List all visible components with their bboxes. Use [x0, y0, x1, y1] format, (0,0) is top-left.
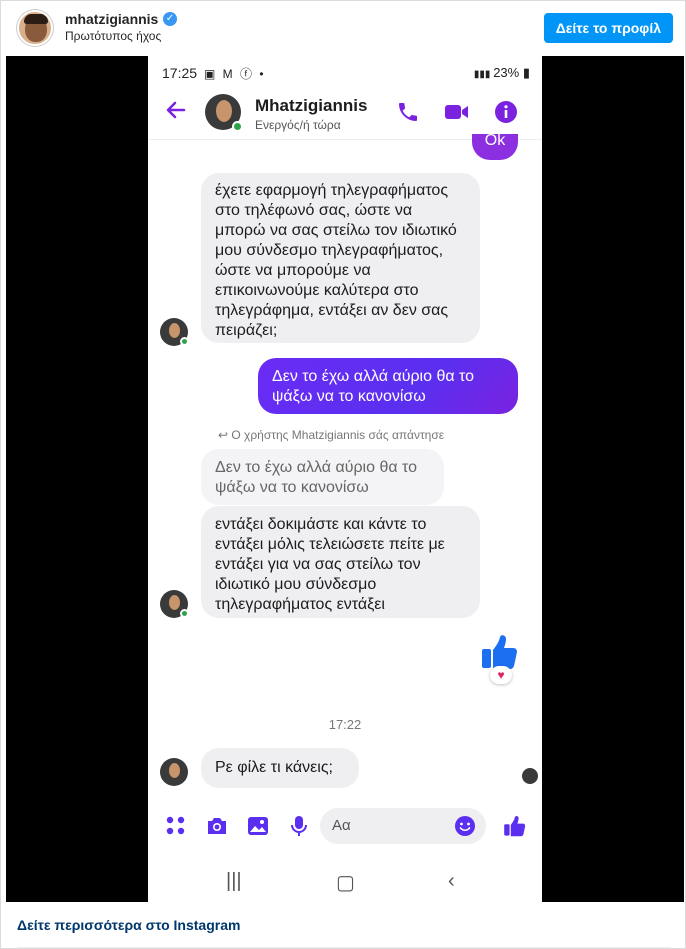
ok-bubble[interactable]: Ok — [472, 132, 518, 160]
username[interactable]: mhatzigiannis — [65, 11, 158, 27]
incoming-message-3[interactable]: Ρε φίλε τι κάνεις; — [201, 748, 359, 788]
instagram-embed: mhatzigiannis ✓ Πρωτότυπος ήχος Δείτε το… — [0, 0, 686, 949]
embed-header: mhatzigiannis ✓ Πρωτότυπος ήχος Δείτε το… — [1, 1, 685, 55]
video-player[interactable]: 17:25 ▣ M ⓕ • ▮▮▮ 23% ▮ Mhatzigiannis Εν… — [6, 56, 684, 902]
outgoing-message-1[interactable]: Δεν το έχω αλλά αύριο θα το ψάξω να το κ… — [258, 358, 518, 414]
profile-avatar[interactable] — [17, 10, 53, 46]
online-indicator — [232, 121, 243, 132]
status-time: 17:25 — [162, 65, 198, 81]
home-icon[interactable]: ▢ — [336, 870, 355, 895]
heart-reaction-icon[interactable]: ♥ — [490, 666, 512, 684]
audio-subtitle[interactable]: Πρωτότυπος ήχος — [65, 29, 161, 43]
recent-apps-icon[interactable]: ||| — [226, 870, 242, 893]
online-indicator-1 — [180, 337, 189, 346]
notification-icons: ▣ M ⓕ • — [204, 67, 266, 81]
signal-icon: ▮▮▮ — [473, 69, 494, 80]
phone-screen: 17:25 ▣ M ⓕ • ▮▮▮ 23% ▮ Mhatzigiannis Εν… — [148, 56, 542, 902]
phone-call-icon[interactable] — [396, 100, 420, 124]
reply-arrow-icon: ↩ — [218, 428, 232, 442]
ok-text: Ok — [484, 132, 506, 149]
info-icon[interactable] — [494, 100, 518, 124]
back-nav-icon[interactable]: ‹ — [448, 870, 455, 893]
camera-icon[interactable] — [205, 814, 229, 838]
seen-indicator-avatar — [522, 768, 538, 784]
message-input-placeholder: Αα — [332, 817, 351, 834]
status-bar: 17:25 ▣ M ⓕ • ▮▮▮ 23% ▮ — [148, 56, 542, 88]
contact-name[interactable]: Mhatzigiannis — [255, 96, 367, 116]
contact-status: Ενεργός/ή τώρα — [255, 118, 341, 132]
back-arrow-icon[interactable] — [164, 98, 188, 122]
more-on-instagram-link[interactable]: Δείτε περισσότερα στο Instagram — [17, 917, 240, 933]
battery-icon: ▮ — [519, 65, 530, 80]
chat-header: Mhatzigiannis Ενεργός/ή τώρα — [148, 88, 542, 140]
gallery-icon[interactable] — [246, 814, 270, 838]
reply-note: ↩ Ο χρήστης Mhatzigiannis σάς απάντησε — [218, 428, 444, 442]
emoji-icon[interactable] — [454, 815, 476, 837]
menu-dots-icon[interactable] — [164, 814, 188, 838]
status-right: ▮▮▮ 23% ▮ — [474, 65, 530, 81]
message-input[interactable]: Αα — [320, 808, 486, 844]
send-like-icon[interactable] — [503, 814, 527, 838]
incoming-message-1[interactable]: έχετε εφαρμογή τηλεγραφήματος στο τηλέφω… — [201, 173, 480, 343]
verified-badge-icon: ✓ — [163, 12, 177, 26]
video-call-icon[interactable] — [444, 100, 468, 124]
online-indicator-2 — [180, 609, 189, 618]
quoted-message[interactable]: Δεν το έχω αλλά αύριο θα το ψάξω να το κ… — [201, 449, 444, 505]
footer-divider — [17, 947, 671, 948]
reply-note-text: Ο χρήστης Mhatzigiannis σάς απάντησε — [231, 428, 445, 442]
message-avatar-3[interactable] — [160, 758, 188, 786]
battery-level: 23% — [493, 65, 520, 80]
microphone-icon[interactable] — [287, 814, 311, 838]
view-profile-button[interactable]: Δείτε το προφίλ — [543, 13, 673, 43]
message-composer: Αα — [148, 804, 542, 848]
message-timestamp: 17:22 — [328, 717, 362, 732]
android-nav-bar: ||| ▢ ‹ — [148, 862, 542, 902]
incoming-message-2[interactable]: εντάξει δοκιμάστε και κάντε το εντάξει μ… — [201, 506, 480, 618]
